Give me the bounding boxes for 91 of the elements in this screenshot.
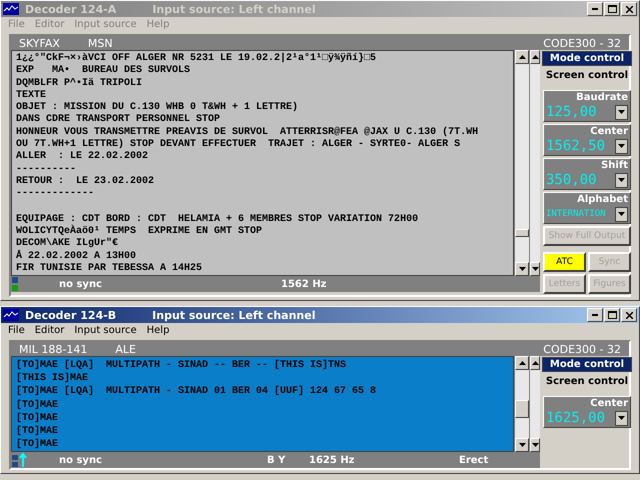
parameter-label: Shift	[601, 160, 628, 172]
output-line: [THIS IS]MAE	[16, 372, 90, 386]
output-line: [TO]MAE	[16, 398, 60, 412]
output-line: HONNEUR VOUS TRANSMETTRE PREAVIS DE SURVOL ATTERRISR@FEA @JAX U C.130 (7T.WH	[16, 126, 480, 138]
output-line: EQUIPAGE : CDT BORD : CDT HELAMIA + 6 MEMBRES STOP VARIATION 72H00	[16, 214, 420, 225]
maximize-icon	[608, 5, 616, 13]
mode-label: ALE	[115, 342, 136, 356]
app-icon	[3, 3, 19, 15]
output-line: -------------	[16, 188, 96, 201]
output-line: ALLER : LE 22.02.2002	[16, 151, 150, 164]
parameter-label: Center	[590, 126, 628, 138]
scroll-thumb[interactable]	[515, 229, 529, 237]
close-icon	[626, 312, 632, 318]
maximize-icon	[608, 311, 616, 319]
window-title: Decoder 124-B	[25, 308, 116, 322]
dropdown-button[interactable]	[615, 138, 628, 154]
maximize-button[interactable]	[604, 2, 620, 16]
dropdown-arrow-icon	[618, 110, 625, 114]
dropdown-button[interactable]	[615, 104, 628, 120]
menu-item[interactable]: File	[3, 325, 30, 336]
output-line: DQMBLFR P^•Iä TRIPOLI	[16, 78, 144, 90]
output-line: FIR TUNISIE PAR TEBESSA A 14H25	[16, 262, 204, 275]
output-line: OU 7T.WH+1 LETTRE) STOP DEVANT EFFECTUER TRAJET : ALGER - SYRTE0- ALGER S	[16, 139, 462, 151]
parameter-label: Baudrate	[576, 92, 628, 104]
dropdown-arrow-icon	[618, 416, 625, 420]
dropdown-arrow-icon	[618, 212, 625, 216]
dropdown-arrow-icon	[618, 144, 625, 148]
dropdown-button[interactable]	[615, 206, 628, 222]
close-button[interactable]	[621, 2, 637, 16]
output-line: [TO]MAE [LQA] MULTIPATH - SINAD -- BER -- [THIS IS]TNS	[16, 359, 348, 372]
arrow-indicator-icon	[11, 452, 29, 468]
parameter-label: Center	[590, 398, 628, 410]
mode-label: SKYFAX	[19, 36, 60, 50]
close-button[interactable]	[621, 308, 637, 322]
output-line: DANS CDRE TRANSPORT PERSONNEL STOP	[16, 114, 222, 127]
output-line: TEXTE	[16, 90, 48, 102]
app-icon	[3, 309, 19, 321]
panel-tab[interactable]: Mode control	[542, 51, 632, 66]
output-line: 1¿¿°"CkF¬×›àVCI OFF ALGER NR 5231 LE 19.02.2|2¹a°1¹□ÿ¾ÿñí}□5	[16, 53, 378, 65]
parameter-label: Alphabet	[577, 194, 628, 206]
scrollbar[interactable]	[529, 356, 540, 452]
menu-item[interactable]: Input source	[69, 325, 142, 336]
maximize-button[interactable]	[604, 308, 620, 322]
panel-tab[interactable]: Mode control	[542, 357, 632, 372]
code-label: CODE300 - 32	[543, 36, 621, 50]
sync-indicator-icon	[11, 276, 19, 292]
panel-tab[interactable]: Screen control	[542, 68, 632, 83]
parameter-value: 350,00	[546, 172, 597, 188]
frequency-status: 1625 Hz	[309, 454, 356, 466]
input-source-title: Input source: Left channel	[152, 2, 316, 16]
menu-item[interactable]: Help	[142, 325, 174, 336]
sync-status: no sync	[59, 278, 103, 290]
output-line: RETOUR : LE 23.02.2002	[16, 176, 156, 188]
minimize-icon	[592, 314, 598, 316]
window-title: Decoder 124-A	[25, 2, 116, 16]
dropdown-arrow-icon	[618, 178, 625, 182]
code-label: CODE300 - 32	[543, 342, 621, 356]
parameter-value: 1625,00	[546, 410, 606, 426]
output-line: [TO]MAE	[16, 424, 60, 438]
output-line: [TO]MAE	[16, 438, 60, 451]
input-source-title: Input source: Left channel	[152, 308, 316, 322]
mode-label: MSN	[88, 36, 113, 50]
mode-button[interactable]: ATC	[543, 252, 586, 272]
mode-label: MIL 188-141	[19, 342, 88, 356]
menu-item[interactable]: Editor	[30, 325, 70, 336]
output-line: DECOM\AKE ILgUr"€	[16, 238, 120, 250]
frequency-status: 1562 Hz	[281, 278, 328, 290]
minimize-button[interactable]	[587, 2, 603, 16]
close-icon	[626, 6, 632, 12]
minimize-icon	[592, 8, 598, 10]
parameter-value: 125,00	[546, 104, 597, 120]
output-line: EXP MA• BUREAU DES SURVOLS	[16, 65, 192, 78]
scrollbar[interactable]	[529, 50, 540, 276]
output-line: Å 22.02.2002 A 13H00	[16, 250, 138, 263]
scrollbar[interactable]	[514, 50, 529, 276]
minimize-button[interactable]	[587, 308, 603, 322]
parameter-value: 1562,50	[546, 138, 606, 154]
output-line: OBJET : MISSION DU C.130 WHB 0 T&WH + 1 LETTRE)	[16, 102, 300, 114]
dropdown-button[interactable]	[615, 410, 628, 426]
sync-status: no sync	[59, 454, 103, 466]
output-line: WOLICYTQeÀaö0¹ TEMPS EXPRIME EN GMT STOP	[16, 226, 264, 238]
panel-tab[interactable]: Screen control	[542, 374, 632, 389]
scrollbar[interactable]	[514, 356, 529, 452]
parameter-value: INTERNATION	[546, 208, 606, 221]
scroll-thumb[interactable]	[515, 400, 529, 418]
dropdown-button[interactable]	[615, 172, 628, 188]
output-line: [TO]MAE [LQA] MULTIPATH - SINAD 01 BER 04 [UUF] 124 67 65 8	[16, 385, 378, 399]
output-line: [TO]MAE	[16, 412, 60, 425]
output-line: ----------	[16, 164, 78, 176]
pattern-status: B Y	[267, 454, 286, 466]
polarity-status: Erect	[459, 454, 490, 466]
